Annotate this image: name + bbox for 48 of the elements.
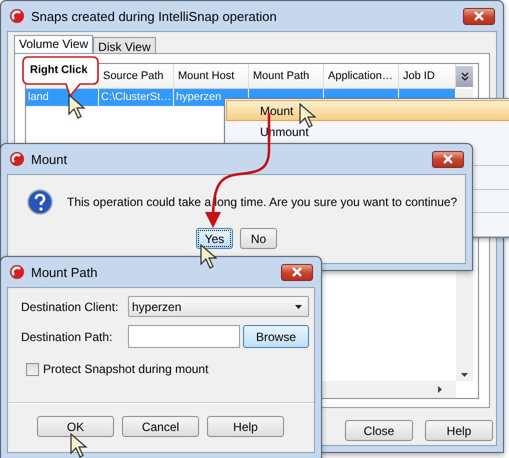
cursor-icon xyxy=(200,244,218,270)
tab[interactable]: Volume View xyxy=(14,35,94,53)
close-button[interactable] xyxy=(463,8,495,24)
dialog-title: Mount Path xyxy=(31,264,98,280)
table-cell: land xyxy=(26,89,99,106)
tab[interactable]: Disk View xyxy=(93,37,156,53)
close-button[interactable] xyxy=(432,150,464,168)
double-chevron-icon xyxy=(460,72,468,82)
dialog-title: Mount xyxy=(31,152,68,166)
column-header[interactable]: Application… xyxy=(324,64,399,89)
column-header[interactable]: Mount Path xyxy=(249,64,324,89)
close-button[interactable] xyxy=(281,264,313,280)
question-icon xyxy=(27,189,53,215)
down-arrow-icon xyxy=(461,373,468,377)
window-title: Snaps created during IntelliSnap operation xyxy=(31,8,278,24)
dialog-button[interactable]: Help xyxy=(425,420,493,441)
checkbox-label: Protect Snapshot during mount xyxy=(43,362,208,376)
cursor-icon xyxy=(68,94,86,120)
path-input-field[interactable] xyxy=(128,325,240,348)
checkbox[interactable] xyxy=(26,362,39,376)
dialog-button[interactable]: OK xyxy=(37,416,114,437)
close-icon xyxy=(473,11,485,21)
dialog-button[interactable]: Cancel xyxy=(122,416,199,437)
message-text: This operation could take a long time. Are you sure you want to continue? xyxy=(67,195,458,209)
callout-text: Right Click xyxy=(30,64,88,76)
dialog-button[interactable]: Close xyxy=(345,420,413,441)
dialog-button[interactable]: No xyxy=(240,228,277,249)
table-cell: C:\ClusterSt… xyxy=(99,89,174,106)
browse-button[interactable]: Browse xyxy=(243,325,309,348)
app-logo-icon xyxy=(9,264,25,280)
cursor-icon xyxy=(70,433,88,458)
field-label: Destination Path: xyxy=(21,330,114,344)
field-label: Destination Client: xyxy=(21,300,120,314)
dropdown-arrow-icon xyxy=(295,304,302,308)
right-arrow-icon xyxy=(438,386,442,393)
column-header[interactable]: Mount Host xyxy=(174,64,249,89)
close-icon xyxy=(291,267,303,277)
app-logo-icon xyxy=(9,8,25,24)
close-icon xyxy=(442,154,454,164)
column-header[interactable]: Job ID xyxy=(399,64,456,89)
column-header[interactable]: Source Path xyxy=(99,64,174,89)
cursor-icon xyxy=(299,103,317,129)
column-chooser-button[interactable] xyxy=(456,66,473,87)
dialog-button[interactable]: Help xyxy=(207,416,284,437)
dialog-button[interactable]: Yes xyxy=(196,228,233,249)
app-logo-icon xyxy=(9,151,25,167)
menu-item[interactable]: Mount xyxy=(226,100,509,122)
client-dropdown[interactable]: hyperzen xyxy=(128,296,309,317)
